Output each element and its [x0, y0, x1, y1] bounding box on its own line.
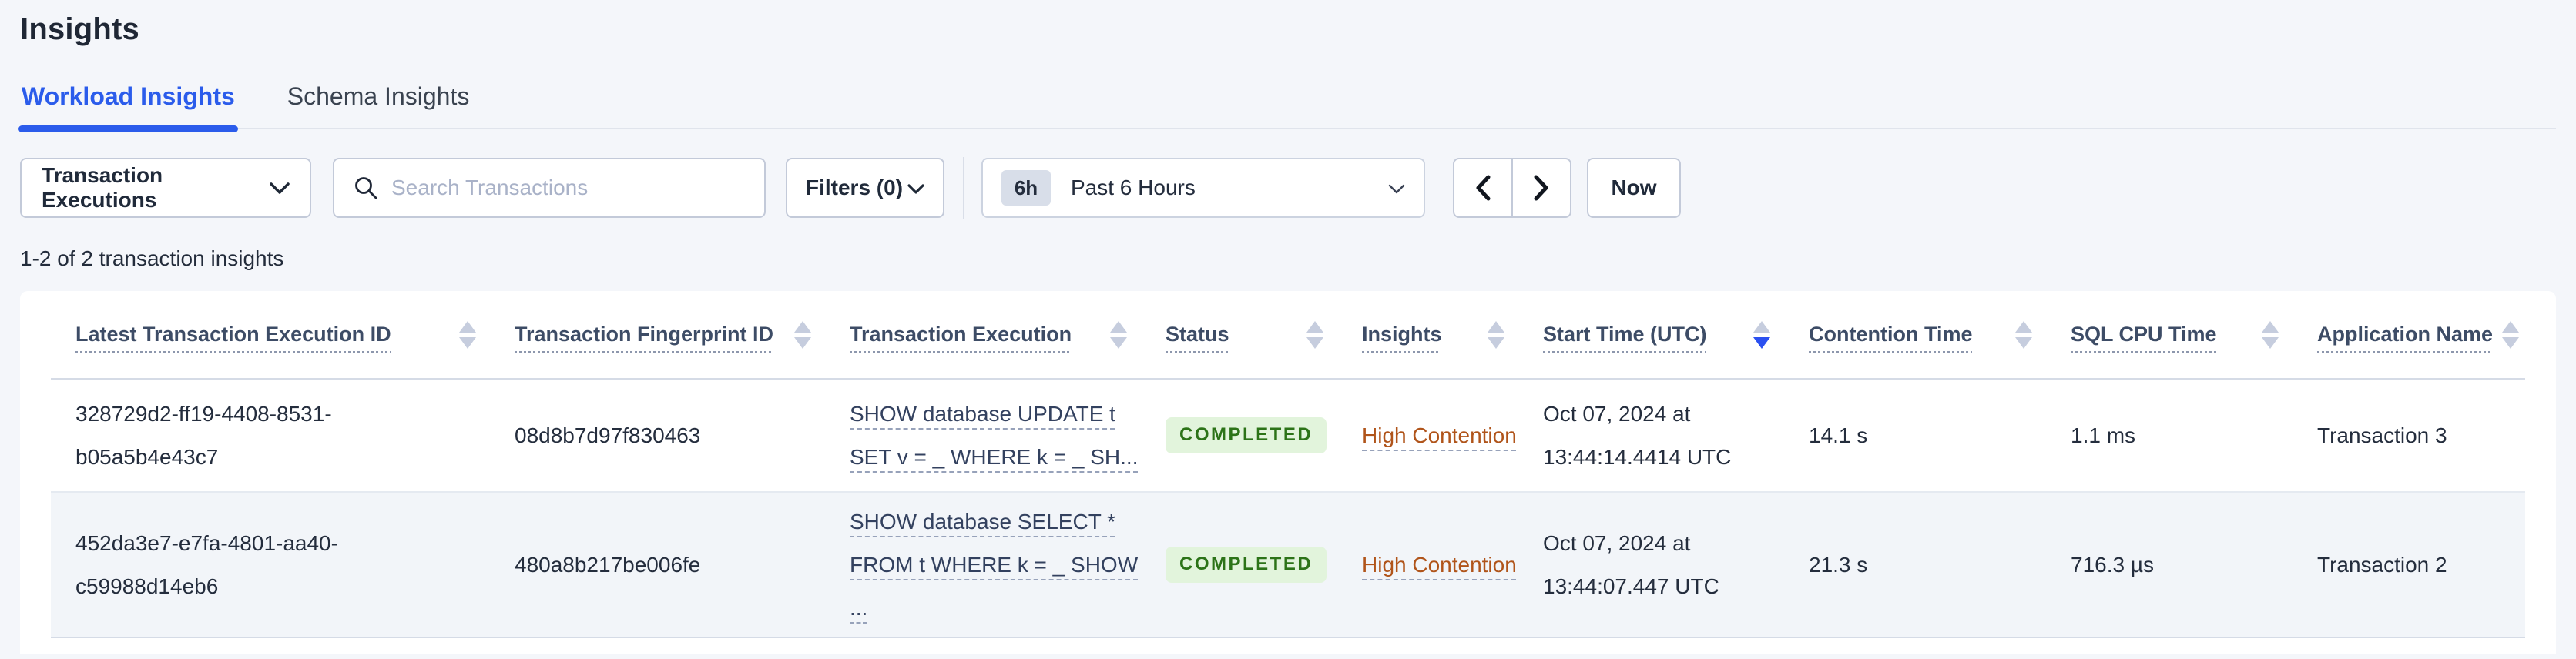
sql-cpu-time-cell: 1.1 ms	[2071, 423, 2136, 447]
insights-table-card: Latest Transaction Execution ID Transact…	[20, 291, 2556, 654]
application-name-cell: Transaction 3	[2317, 423, 2447, 447]
next-time-window-button[interactable]	[1511, 158, 1571, 218]
fingerprint-id-cell: 08d8b7d97f830463	[515, 423, 701, 447]
contention-time-cell: 21.3 s	[1809, 552, 1868, 577]
transaction-query-link[interactable]: ...	[850, 596, 867, 620]
chevron-left-icon	[1476, 175, 1491, 201]
insights-page: Insights Workload Insights Schema Insigh…	[0, 0, 2576, 654]
page-title: Insights	[20, 12, 139, 46]
transaction-execution-cell: SHOW database SELECT * FROM t WHERE k = …	[825, 493, 1141, 637]
transaction-query-link[interactable]: SET v = _ WHERE k = _ SH...	[850, 445, 1139, 469]
time-range-label: Past 6 Hours	[1071, 176, 1196, 199]
tab-bar: Workload Insights Schema Insights	[18, 82, 2556, 132]
status-cell: COMPLETED	[1141, 493, 1337, 637]
results-summary: 1-2 of 2 transaction insights	[20, 246, 284, 270]
sort-icon	[1306, 320, 1323, 349]
transaction-execution-cell: SHOW database UPDATE t SET v = _ WHERE k…	[825, 380, 1141, 491]
transaction-query-link[interactable]: SHOW database UPDATE t	[850, 402, 1115, 426]
application-name-cell: Transaction 2	[2317, 552, 2447, 577]
execution-type-dropdown-label: Transaction Executions	[42, 163, 163, 212]
now-button-label: Now	[1611, 176, 1657, 199]
column-header-latest-transaction-execution-id[interactable]: Latest Transaction Execution ID	[51, 291, 490, 378]
sort-icon	[1488, 320, 1504, 349]
column-header-transaction-fingerprint-id[interactable]: Transaction Fingerprint ID	[490, 291, 825, 378]
insights-cell: High Contention	[1337, 380, 1518, 491]
column-header-transaction-execution[interactable]: Transaction Execution	[825, 291, 1141, 378]
status-badge: COMPLETED	[1166, 417, 1327, 453]
column-header-application-name[interactable]: Application Name	[2293, 291, 2525, 378]
transaction-query-link[interactable]: SHOW database SELECT *	[850, 510, 1115, 534]
column-header-start-time[interactable]: Start Time (UTC)	[1518, 291, 1784, 378]
filters-button[interactable]: Filters (0)	[786, 158, 944, 218]
table-header-row: Latest Transaction Execution ID Transact…	[51, 291, 2525, 380]
latest-execution-id-cell: 328729d2-ff19-4408-8531-b05a5b4e43c7	[75, 401, 332, 469]
search-box	[333, 158, 766, 218]
column-header-contention-time[interactable]: Contention Time	[1784, 291, 2046, 378]
high-contention-link[interactable]: High Contention	[1362, 544, 1517, 587]
sort-icon	[2262, 320, 2279, 349]
time-range-picker[interactable]: 6h Past 6 Hours	[981, 158, 1425, 218]
controls-row: Transaction Executions Filters (0) 6h Pa…	[20, 157, 2556, 219]
table-row: 328729d2-ff19-4408-8531-b05a5b4e43c7 08d…	[51, 380, 2525, 493]
high-contention-link[interactable]: High Contention	[1362, 414, 1517, 457]
tab-workload-insights[interactable]: Workload Insights	[18, 82, 238, 132]
status-badge: COMPLETED	[1166, 547, 1327, 583]
column-header-status[interactable]: Status	[1141, 291, 1337, 378]
column-header-insights[interactable]: Insights	[1337, 291, 1518, 378]
controls-divider	[963, 157, 964, 219]
now-button[interactable]: Now	[1587, 158, 1681, 218]
status-cell: COMPLETED	[1141, 380, 1337, 491]
table-row: 452da3e7-e7fa-4801-aa40-c59988d14eb6 480…	[51, 493, 2525, 638]
sql-cpu-time-cell: 716.3 µs	[2071, 552, 2154, 577]
chevron-down-icon	[270, 176, 290, 200]
fingerprint-id-cell: 480a8b217be006fe	[515, 552, 701, 577]
sort-icon	[1110, 320, 1127, 349]
column-header-sql-cpu-time[interactable]: SQL CPU Time	[2046, 291, 2293, 378]
start-time-cell: Oct 07, 2024 at 13:44:14.4414 UTC	[1543, 401, 1732, 469]
time-range-badge: 6h	[1001, 170, 1051, 206]
chevron-down-icon	[1388, 176, 1405, 200]
transaction-query-link[interactable]: FROM t WHERE k = _ SHOW	[850, 553, 1138, 577]
start-time-cell: Oct 07, 2024 at 13:44:07.447 UTC	[1543, 530, 1719, 598]
insights-cell: High Contention	[1337, 493, 1518, 637]
search-icon	[355, 177, 377, 199]
tab-schema-insights[interactable]: Schema Insights	[286, 82, 471, 128]
time-nav-group	[1453, 158, 1571, 218]
latest-execution-id-cell: 452da3e7-e7fa-4801-aa40-c59988d14eb6	[75, 530, 338, 598]
previous-time-window-button[interactable]	[1453, 158, 1513, 218]
sort-icon	[2502, 320, 2520, 349]
contention-time-cell: 14.1 s	[1809, 423, 1868, 447]
sort-desc-icon	[1753, 320, 1770, 349]
search-input[interactable]	[391, 176, 746, 200]
execution-type-dropdown[interactable]: Transaction Executions	[20, 158, 311, 218]
chevron-right-icon	[1534, 175, 1548, 201]
filters-button-label: Filters (0)	[806, 176, 904, 199]
sort-icon	[2015, 320, 2032, 349]
sort-icon	[459, 320, 476, 349]
chevron-down-icon	[907, 176, 924, 200]
sort-icon	[794, 320, 811, 349]
